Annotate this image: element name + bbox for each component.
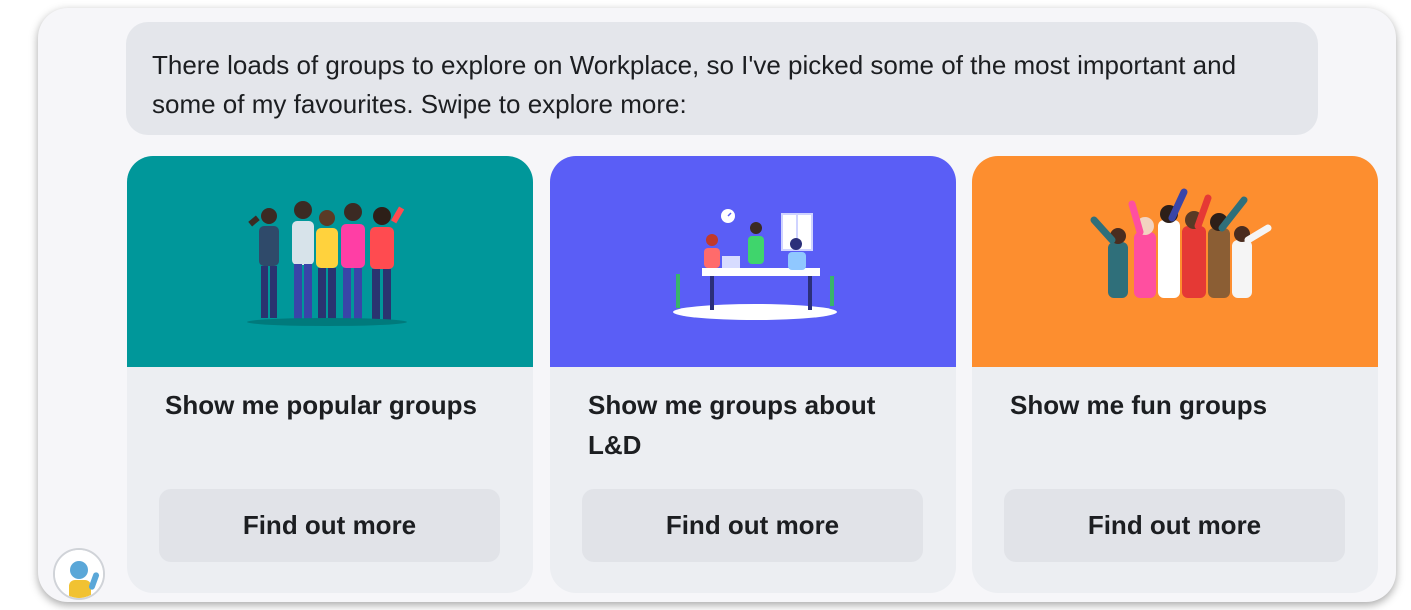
card-popular-groups: Show me popular groups Find out more	[127, 156, 533, 593]
card-image	[550, 156, 956, 367]
card-title: Show me groups about L&D	[588, 390, 876, 460]
cheering-crowd-illustration	[1090, 188, 1272, 298]
card-ld-groups: Show me groups about L&D Find out more	[550, 156, 956, 593]
card-title: Show me fun groups	[1010, 390, 1268, 420]
card-title: Show me popular groups	[165, 390, 478, 420]
chat-panel: There loads of groups to explore on Work…	[38, 8, 1396, 602]
card-image	[127, 156, 533, 367]
find-out-more-button[interactable]: Find out more	[159, 489, 500, 562]
message-text: There loads of groups to explore on Work…	[152, 50, 1237, 119]
group-of-people-illustration	[247, 201, 407, 326]
message-bubble: There loads of groups to explore on Work…	[126, 22, 1318, 135]
team-meeting-illustration	[673, 209, 837, 320]
bot-avatar-icon	[53, 548, 105, 600]
card-image	[972, 156, 1378, 367]
find-out-more-button[interactable]: Find out more	[1004, 489, 1345, 562]
find-out-more-button[interactable]: Find out more	[582, 489, 923, 562]
card-fun-groups: Show me fun groups Find out more	[972, 156, 1378, 593]
